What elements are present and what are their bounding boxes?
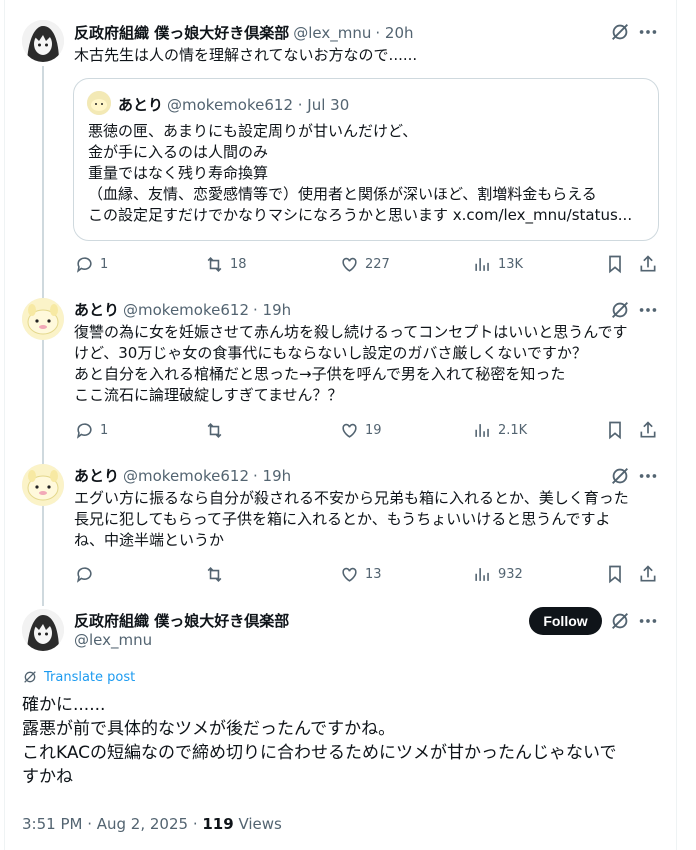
views-icon: [475, 258, 489, 271]
grok-icon[interactable]: [609, 465, 631, 487]
like-button[interactable]: 19: [340, 421, 382, 440]
tweet-line: ね、中途半端というか: [74, 531, 225, 549]
share-icon[interactable]: [638, 564, 658, 584]
like-icon: [342, 423, 357, 438]
tweet-text: エグい方に振るなら自分が殺される不安から兄弟も箱に入れるとか、美しく育った 長兄…: [74, 488, 629, 551]
translate-label: Translate post: [44, 669, 136, 685]
avatar[interactable]: [22, 20, 64, 62]
reply-icon: [76, 567, 92, 583]
reply-icon: [76, 423, 92, 439]
repost-button[interactable]: [205, 421, 230, 440]
share-icon[interactable]: [638, 420, 658, 440]
tweet-text: 木古先生は人の情を理解されてないお方なので......: [74, 46, 418, 64]
tweet-line: あと自分を入れる棺桶だと思った→子供を呼んで男を入れて秘密を知った: [74, 365, 566, 383]
views-button[interactable]: 932: [473, 565, 523, 584]
user-handle[interactable]: @lex_mnu: [293, 24, 371, 42]
repost-icon: [207, 423, 222, 438]
share-icon[interactable]: [638, 254, 658, 274]
more-icon[interactable]: [637, 299, 659, 321]
avatar: [87, 91, 111, 115]
bookmark-icon[interactable]: [605, 420, 625, 440]
like-count: 227: [365, 257, 390, 272]
like-count: 19: [365, 423, 382, 438]
reply-button[interactable]: [75, 565, 100, 584]
like-icon: [342, 567, 357, 582]
translate-post-link[interactable]: Translate post: [22, 669, 135, 685]
tweet-line: 長兄に犯してもらって子供を箱に入れるとか、もうちょいいけると思うんですよ: [74, 510, 611, 528]
like-count: 13: [365, 567, 382, 582]
like-icon: [342, 257, 357, 272]
more-icon[interactable]: [637, 610, 659, 632]
display-name[interactable]: 反政府組織 僕っ娘大好き倶楽部: [74, 610, 289, 631]
quote-line: 金が手に入るのは人間のみ: [88, 143, 269, 161]
tweet-line: エグい方に振るなら自分が殺される不安から兄弟も箱に入れるとか、美しく育った: [74, 489, 629, 507]
quote-line: 重量ではなく残り寿命換算: [88, 164, 269, 182]
grok-icon[interactable]: [609, 21, 631, 43]
reply-count: 1: [100, 257, 109, 272]
display-name[interactable]: 反政府組織 僕っ娘大好き倶楽部: [74, 22, 289, 43]
reply-icon: [76, 257, 92, 273]
user-handle[interactable]: @mokemoke612: [123, 301, 249, 319]
quote-line: 悪徳の匣、あまりにも設定周りが甘いんだけど、: [88, 122, 418, 140]
avatar[interactable]: [22, 609, 64, 651]
like-button[interactable]: 227: [340, 255, 390, 274]
quote-line: この設定足すだけでかなりマシになろうかと思います x.com/lex_mnu/s…: [88, 206, 633, 224]
follow-button[interactable]: Follow: [529, 607, 602, 635]
tweet-line: 確かに......: [22, 695, 106, 715]
reply-count: 1: [100, 423, 109, 438]
tweet-meta: 3:51 PM · Aug 2, 2025 · 119 Views: [22, 815, 282, 833]
display-name[interactable]: あとり: [74, 299, 119, 320]
repost-count: 18: [230, 257, 247, 272]
views-count: 932: [498, 567, 523, 582]
timestamp[interactable]: 3:51 PM · Aug 2, 2025 ·: [22, 815, 202, 833]
views-count: 13K: [498, 257, 524, 272]
user-handle[interactable]: @mokemoke612: [123, 467, 249, 485]
tweet-text: 復讐の為に女を妊娠させて赤ん坊を殺し続けるってコンセプトはいいと思うんです けど…: [74, 322, 628, 406]
tweet-line: ここ流石に論理破綻しすぎてません？？: [74, 386, 343, 404]
views-icon: [475, 424, 489, 437]
avatar[interactable]: [22, 298, 64, 340]
like-button[interactable]: 13: [340, 565, 382, 584]
repost-icon: [207, 567, 222, 582]
repost-button[interactable]: 18: [205, 255, 247, 274]
user-handle: @mokemoke612 · Jul 30: [167, 96, 350, 114]
quote-text: 悪徳の匣、あまりにも設定周りが甘いんだけど、 金が手に入るのは人間のみ 重量では…: [88, 121, 632, 226]
avatar[interactable]: [22, 464, 64, 506]
reply-button[interactable]: 1: [75, 255, 108, 274]
more-icon[interactable]: [637, 21, 659, 43]
views-button[interactable]: 13K: [473, 255, 523, 274]
main-tweet-text: 確かに...... 露悪が前で具体的なツメが後だったんですかね。 これKACの短…: [22, 693, 617, 789]
views-count: 2.1K: [498, 423, 528, 438]
repost-button[interactable]: [205, 565, 230, 584]
bookmark-icon[interactable]: [605, 564, 625, 584]
quote-line: （血縁、友情、恋愛感情等で）使用者と関係が深いほど、割増料金もらえる: [88, 185, 597, 203]
bookmark-icon[interactable]: [605, 254, 625, 274]
views-label: Views: [233, 815, 282, 833]
tweet-header: あとり @mokemoke612 · 19h: [74, 465, 291, 486]
tweet-line: 露悪が前で具体的なツメが後だったんですかね。: [22, 719, 396, 739]
grok-icon[interactable]: [609, 299, 631, 321]
tweet-line: けど、30万じゃ女の食事代にもならないし設定のガバさ厳しくないですか？: [74, 344, 587, 362]
views-button[interactable]: 2.1K: [473, 421, 527, 440]
tweet-header: あとり @mokemoke612 · 19h: [74, 299, 291, 320]
reply-button[interactable]: 1: [75, 421, 108, 440]
tweet-time[interactable]: · 20h: [375, 24, 413, 42]
tweet-line: 復讐の為に女を妊娠させて赤ん坊を殺し続けるってコンセプトはいいと思うんです: [74, 323, 628, 341]
tweet-time[interactable]: · 19h: [253, 467, 291, 485]
tweet-line: これKACの短編なので締め切りに合わせるためにツメが甘かったんじゃないで: [22, 743, 617, 763]
more-icon[interactable]: [637, 465, 659, 487]
repost-icon: [207, 257, 222, 272]
views-icon: [475, 568, 489, 581]
user-handle[interactable]: @lex_mnu: [74, 631, 152, 649]
tweet-header: 反政府組織 僕っ娘大好き倶楽部 @lex_mnu · 20h: [74, 22, 414, 43]
tweet-time[interactable]: · 19h: [253, 301, 291, 319]
display-name: あとり: [118, 96, 164, 114]
display-name[interactable]: あとり: [74, 465, 119, 486]
quote-header: あとり @mokemoke612 · Jul 30: [118, 94, 349, 115]
views-count: 119: [202, 815, 234, 833]
grok-icon[interactable]: [609, 610, 631, 632]
tweet-line: すかね: [22, 767, 73, 787]
globe-icon: [22, 669, 38, 685]
